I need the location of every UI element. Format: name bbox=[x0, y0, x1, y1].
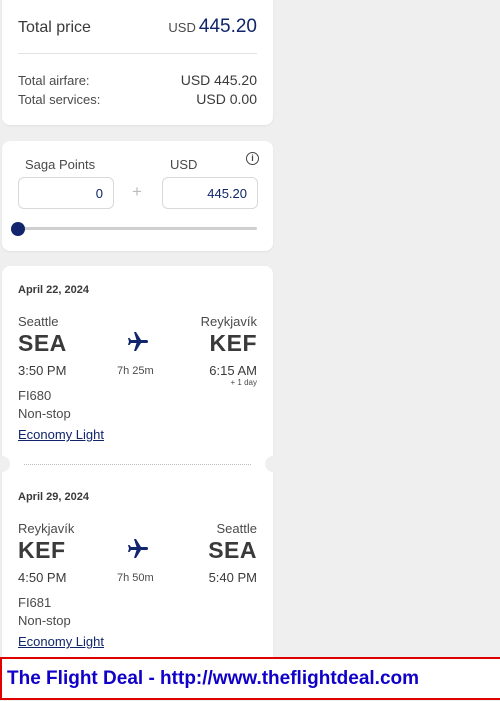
card-notch-left bbox=[0, 456, 10, 472]
return-stops: Non-stop bbox=[18, 613, 71, 628]
total-price-value: USD 445.20 bbox=[168, 16, 257, 38]
outbound-dest-city: Reykjavík bbox=[200, 314, 257, 329]
usd-label: USD bbox=[170, 157, 198, 172]
return-dest-city: Seattle bbox=[216, 521, 257, 536]
total-price-currency: USD bbox=[168, 20, 196, 35]
return-dest-code: SEA bbox=[208, 537, 257, 563]
watermark-banner: The Flight Deal - http://www.theflightde… bbox=[0, 657, 500, 700]
return-fare-link[interactable]: Economy Light bbox=[18, 634, 104, 649]
services-label: Total services: bbox=[18, 92, 101, 107]
outbound-origin-code: SEA bbox=[18, 330, 67, 356]
return-duration: 7h 50m bbox=[117, 572, 154, 584]
plus-icon: + bbox=[132, 182, 142, 201]
outbound-depart-time: 3:50 PM bbox=[18, 363, 67, 378]
card-notch-right bbox=[265, 456, 281, 472]
airfare-row: Total airfare: USD 445.20 bbox=[18, 72, 257, 88]
total-price-row: Total price USD 445.20 bbox=[18, 16, 257, 38]
price-summary-card: Total price USD 445.20 Total airfare: USD… bbox=[2, 0, 273, 125]
outbound-duration: 7h 25m bbox=[117, 365, 154, 377]
outbound-stops: Non-stop bbox=[18, 406, 71, 421]
leg-divider bbox=[24, 464, 251, 465]
outbound-fare-link[interactable]: Economy Light bbox=[18, 427, 104, 442]
saga-points-input[interactable]: 0 bbox=[18, 177, 114, 209]
outbound-day-offset: + 1 day bbox=[230, 378, 257, 387]
total-price-label: Total price bbox=[18, 19, 91, 36]
points-slider-handle[interactable] bbox=[11, 222, 25, 236]
return-flight-number: FI681 bbox=[18, 595, 52, 610]
outbound-origin-city: Seattle bbox=[18, 314, 59, 329]
outbound-date: April 22, 2024 bbox=[18, 284, 89, 296]
return-arrive-time: 5:40 PM bbox=[208, 570, 257, 585]
saga-points-card: Saga Points USD i 0 + 445.20 bbox=[2, 141, 273, 251]
plane-icon bbox=[128, 539, 148, 558]
usd-input[interactable]: 445.20 bbox=[162, 177, 258, 209]
return-origin-city: Reykjavík bbox=[18, 521, 75, 536]
info-icon[interactable]: i bbox=[246, 152, 259, 165]
return-origin-code: KEF bbox=[18, 537, 66, 563]
airfare-value: USD 445.20 bbox=[180, 72, 257, 88]
services-row: Total services: USD 0.00 bbox=[18, 91, 257, 107]
outbound-flight-number: FI680 bbox=[18, 388, 52, 403]
divider bbox=[18, 53, 257, 54]
services-value: USD 0.00 bbox=[196, 91, 257, 107]
plane-icon bbox=[128, 332, 148, 351]
return-date: April 29, 2024 bbox=[18, 491, 89, 503]
airfare-label: Total airfare: bbox=[18, 73, 90, 88]
outbound-dest-code: KEF bbox=[209, 330, 257, 356]
saga-points-label: Saga Points bbox=[25, 157, 96, 172]
total-price-amount: 445.20 bbox=[198, 16, 257, 37]
points-slider-track[interactable] bbox=[18, 227, 257, 230]
return-depart-time: 4:50 PM bbox=[18, 570, 67, 585]
outbound-arrive-time: 6:15 AM bbox=[209, 363, 257, 378]
itinerary-card: April 22, 2024 Seattle Reykjavík SEA KEF… bbox=[0, 266, 281, 666]
